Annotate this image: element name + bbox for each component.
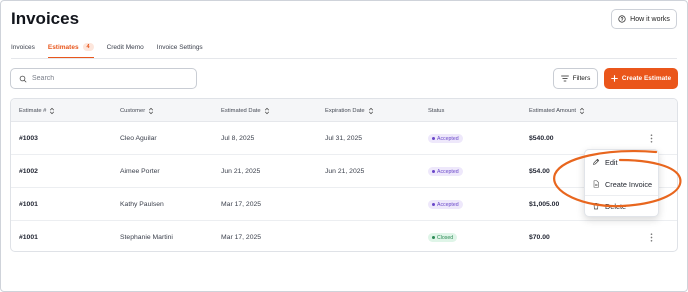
status-label: Accepted (437, 201, 459, 208)
tab-invoice-settings[interactable]: Invoice Settings (157, 41, 203, 58)
cell-status: Closed (428, 221, 458, 251)
column-header-customer[interactable]: Customer (120, 99, 154, 122)
column-label: Estimated Amount (529, 107, 577, 114)
sort-icon (368, 107, 373, 114)
cell-estimate-number: #1001 (19, 234, 38, 241)
tabs-divider (11, 58, 677, 59)
cell-amount: $54.00 (529, 168, 550, 175)
filters-button[interactable]: Filters (553, 68, 598, 89)
search-input[interactable] (32, 75, 182, 82)
column-header-status: Status (428, 99, 444, 122)
column-label: Estimated Date (221, 107, 261, 114)
sort-icon (264, 107, 269, 114)
cell-status: Accepted (428, 188, 463, 221)
how-it-works-label: How it works (630, 15, 670, 23)
cell-estimated-date: Jun 21, 2025 (221, 168, 261, 175)
cell-customer: Stephanie Martini (120, 234, 173, 241)
sort-icon (579, 107, 585, 114)
cell-amount: $70.00 (529, 234, 550, 241)
cell-amount: $540.00 (529, 135, 554, 142)
menu-item-delete[interactable]: Delete (592, 199, 626, 213)
column-header-estimated-date[interactable]: Estimated Date (221, 99, 270, 122)
status-badge: Closed (428, 233, 458, 242)
column-label: Customer (120, 107, 146, 114)
plus-icon (611, 75, 618, 82)
table-row[interactable]: #1003 Cleo Aguilar Jul 8, 2025 Jul 31, 2… (11, 122, 677, 155)
cell-estimated-date: Mar 17, 2025 (221, 234, 262, 241)
column-label: Expiration Date (325, 107, 365, 114)
table-row[interactable]: #1002 Aimee Porter Jun 21, 2025 Jun 21, … (11, 155, 677, 188)
column-header-expiration-date[interactable]: Expiration Date (325, 99, 374, 122)
search-icon (19, 75, 27, 82)
status-badge: Accepted (428, 200, 463, 209)
status-label: Closed (437, 234, 454, 241)
menu-item-label: Create Invoice (605, 179, 653, 189)
cell-customer: Kathy Paulsen (120, 201, 164, 208)
kebab-icon (650, 134, 652, 143)
row-actions-button[interactable] (647, 221, 655, 251)
status-dot-icon (432, 236, 435, 239)
cell-estimated-date: Mar 17, 2025 (221, 201, 262, 208)
cell-estimated-date: Jul 8, 2025 (221, 135, 255, 142)
status-label: Accepted (437, 168, 459, 175)
sort-icon (149, 107, 154, 114)
status-dot-icon (432, 203, 435, 206)
filter-icon (560, 75, 569, 82)
tab-label: Invoices (11, 44, 35, 51)
tab-label: Credit Memo (106, 44, 144, 51)
create-estimate-button[interactable]: Create Estimate (604, 68, 678, 89)
cell-status: Accepted (428, 155, 463, 188)
kebab-icon (650, 233, 652, 242)
tab-estimates[interactable]: Estimates 4 (47, 41, 94, 58)
menu-item-label: Delete (605, 201, 627, 211)
search-box[interactable] (10, 68, 197, 89)
cell-customer: Aimee Porter (120, 168, 160, 175)
page-title: Invoices (11, 9, 80, 28)
cell-expiration-date: Jun 21, 2025 (325, 168, 365, 175)
status-dot-icon (432, 170, 435, 173)
how-it-works-button[interactable]: How it works (611, 9, 677, 29)
column-header-estimate[interactable]: Estimate # (19, 99, 55, 122)
menu-item-create-invoice[interactable]: Create Invoice (592, 177, 652, 191)
filters-label: Filters (572, 75, 591, 82)
cell-amount: $1,005.00 (529, 201, 560, 208)
column-label: Estimate # (19, 107, 47, 114)
pencil-icon (593, 158, 600, 165)
menu-item-label: Edit (605, 157, 618, 167)
create-estimate-label: Create Estimate (621, 75, 672, 82)
estimates-table: Estimate # Customer Estimated Date Expir… (10, 98, 678, 252)
column-label: Status (428, 107, 445, 114)
status-badge: Accepted (428, 167, 463, 176)
trash-icon (592, 202, 600, 210)
cell-estimate-number: #1003 (19, 135, 38, 142)
table-header: Estimate # Customer Estimated Date Expir… (11, 99, 677, 122)
tab-credit-memo[interactable]: Credit Memo (107, 41, 144, 58)
question-circle-icon (618, 15, 626, 23)
status-badge: Accepted (428, 134, 463, 143)
menu-item-edit[interactable]: Edit (592, 155, 618, 169)
tab-label: Estimates (47, 44, 79, 51)
column-header-estimated-amount[interactable]: Estimated Amount (529, 99, 585, 122)
tab-invoices[interactable]: Invoices (11, 41, 35, 58)
cell-estimate-number: #1002 (19, 168, 38, 175)
table-row[interactable]: #1001 Stephanie Martini Mar 17, 2025 Clo… (11, 221, 677, 251)
cell-status: Accepted (428, 122, 463, 155)
row-actions-menu: Edit Create Invoice Delete (584, 149, 659, 217)
menu-divider (585, 195, 658, 196)
tab-bar: Invoices Estimates 4 Credit Memo Invoice… (11, 41, 688, 58)
cell-expiration-date: Jul 31, 2025 (325, 135, 363, 142)
cell-customer: Cleo Aguilar (120, 135, 157, 142)
tab-label: Invoice Settings (156, 44, 203, 51)
sort-icon (50, 107, 55, 114)
status-dot-icon (432, 137, 435, 140)
status-label: Accepted (437, 135, 459, 142)
cell-estimate-number: #1001 (19, 201, 38, 208)
tab-count-badge: 4 (82, 43, 94, 51)
document-icon (593, 180, 599, 188)
table-row[interactable]: #1001 Kathy Paulsen Mar 17, 2025 Accepte… (11, 188, 677, 221)
